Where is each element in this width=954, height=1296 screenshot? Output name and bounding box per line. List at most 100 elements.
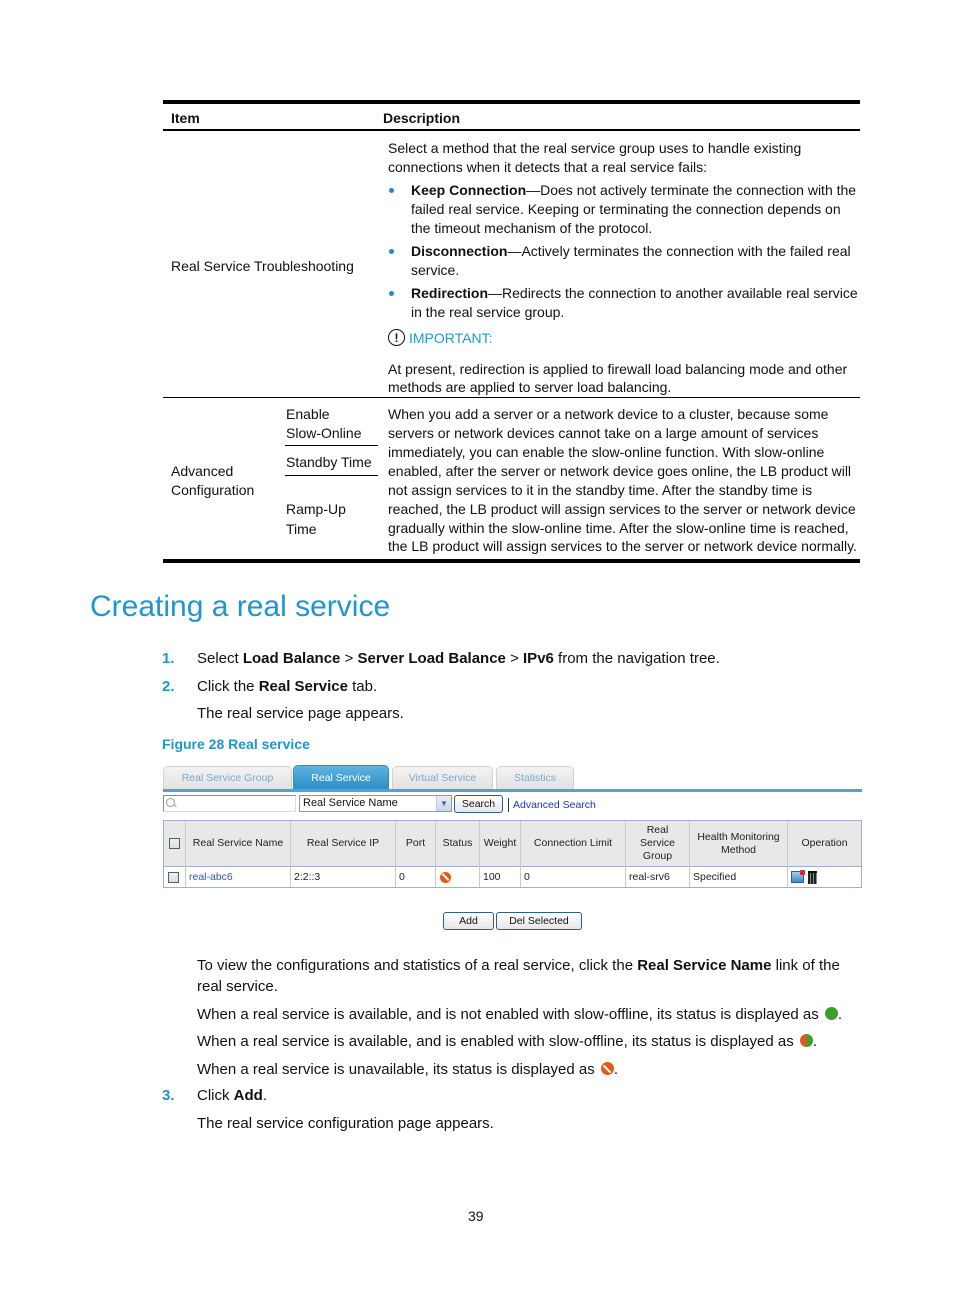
column-header-group[interactable]: Real Service Group [626, 821, 689, 866]
real-service-table: Real Service Name Real Service IP Port S… [163, 820, 862, 888]
advanced-description-line: enabled, after the server or network dev… [388, 463, 852, 479]
term-keep-connection: Keep Connection [411, 182, 527, 198]
search-field-select[interactable]: Real Service Name ▼ [299, 795, 452, 812]
paragraph-view-config: To view the configurations and statistic… [197, 955, 840, 976]
column-header-name[interactable]: Real Service Name [186, 821, 290, 866]
column-header-description: Description [383, 110, 461, 126]
paragraph-status-available: When a real service is available, and is… [197, 1006, 843, 1023]
step-2-result: The real service page appears. [197, 705, 404, 722]
port: 0 [399, 871, 405, 883]
table-bottom-rule [163, 559, 860, 563]
health-monitoring-method: Specified [693, 871, 737, 883]
paragraph-text: When a real service is unavailable, its … [197, 1061, 595, 1078]
step-text-part: Select [197, 650, 243, 667]
menu-load-balance: Load Balance [242, 650, 341, 667]
step-text-part: Click [197, 1087, 234, 1104]
tab-real-service[interactable]: Real Service [293, 765, 389, 789]
paragraph-text: To view the configurations and statistic… [197, 957, 638, 974]
table-top-rule [163, 100, 860, 104]
step-text-part: from the navigation tree. [553, 650, 720, 667]
del-selected-button[interactable]: Del Selected [496, 912, 582, 930]
advanced-search-link[interactable]: Advanced Search [513, 799, 596, 811]
menu-ipv6: IPv6 [523, 650, 554, 667]
column-header-weight[interactable]: Weight [480, 821, 520, 866]
real-service-name-reference: Real Service Name [637, 957, 772, 974]
subitem-enable-slow-online-line1: Enable [286, 406, 330, 422]
column-header-status[interactable]: Status [436, 821, 479, 866]
row-select-cell [165, 867, 185, 887]
tab-real-service-group[interactable]: Real Service Group [163, 766, 292, 789]
edit-icon[interactable] [791, 870, 805, 883]
operation-cell [788, 867, 861, 887]
paragraph-text: When a real service is available, and is… [197, 1033, 794, 1050]
step-3-text: Click Add. [197, 1087, 267, 1104]
description-intro-line2: connections when it detects that a real … [388, 159, 708, 175]
step-text-part: tab. [347, 678, 378, 695]
row-checkbox[interactable] [168, 871, 179, 883]
step-text-part: . [262, 1087, 268, 1104]
tab-virtual-service[interactable]: Virtual Service [392, 766, 493, 789]
important-exclamation-icon: ! [388, 329, 405, 346]
paragraph-status-unavailable: When a real service is unavailable, its … [197, 1061, 619, 1078]
advanced-description-line: reached, the LB product will assign serv… [388, 501, 856, 517]
advanced-description-line: gradually within the slow-online time. A… [388, 520, 849, 536]
figure-caption: Figure 28 Real service [162, 736, 310, 752]
weight: 100 [483, 871, 501, 883]
real-service-ip: 2:2::3 [294, 871, 321, 883]
status-unavailable-icon [440, 871, 451, 883]
column-header-operation: Operation [801, 837, 848, 849]
select-all-checkbox[interactable] [169, 838, 180, 849]
subitem-standby-time: Standby Time [286, 454, 372, 470]
advanced-description-line: When you add a server or a network devic… [388, 406, 829, 422]
section-title: Creating a real service [90, 590, 391, 623]
subitem-ramp-up-time-line2: Time [286, 521, 317, 537]
step-2-text: Click the Real Service tab. [197, 678, 377, 695]
column-header-item: Item [171, 110, 200, 126]
bullet-keep-connection-line2: failed real service. Keeping or terminat… [411, 201, 841, 217]
subitem-rule [285, 445, 378, 446]
status-slow-offline-icon [799, 1034, 813, 1047]
column-header-port[interactable]: Port [396, 821, 435, 866]
status-available-icon [824, 1007, 838, 1020]
paragraph-view-config-line2: real service. [197, 978, 278, 995]
bullet-disconnection-line2: service. [411, 262, 460, 278]
add-button[interactable]: Add [443, 912, 494, 930]
status-cell [436, 867, 479, 887]
bullet-redirection-line2: in the real service group. [411, 304, 565, 320]
real-service-group: real-srv6 [629, 871, 670, 883]
search-button[interactable]: Search [454, 795, 503, 813]
chevron-down-icon[interactable]: ▼ [436, 796, 451, 811]
step-number: 3. [162, 1087, 175, 1104]
item-advanced-configuration-line1: Advanced [171, 463, 234, 479]
connection-limit: 0 [524, 871, 530, 883]
term-disconnection: Disconnection [411, 243, 508, 259]
column-header-ip[interactable]: Real Service IP [291, 821, 395, 866]
search-field-selected: Real Service Name [303, 797, 398, 809]
step-number: 2. [162, 678, 175, 695]
step-text-part: Click the [197, 678, 259, 695]
note-line1: At present, redirection is applied to fi… [388, 361, 848, 377]
delete-icon[interactable] [808, 870, 817, 884]
bullet-disconnection: Disconnection—Actively terminates the co… [411, 242, 851, 261]
bullet-redirection: Redirection—Redirects the connection to … [411, 284, 858, 303]
term-redirection: Redirection [411, 285, 489, 301]
table-header-rule [163, 129, 860, 131]
step-1-text: Select Load Balance > Server Load Balanc… [197, 650, 720, 667]
bullet-text: —Redirects the connection to another ava… [488, 285, 858, 301]
bullet-keep-connection-line3: the timeout mechanism of the protocol. [411, 220, 653, 236]
tab-bar-rule [163, 789, 862, 792]
tab-statistics[interactable]: Statistics [496, 766, 574, 789]
search-input[interactable] [163, 795, 296, 812]
table-row-rule [163, 397, 860, 398]
advanced-description-line: not assign services to it in the standby… [388, 482, 813, 498]
add-reference: Add [233, 1087, 263, 1104]
item-real-service-troubleshooting: Real Service Troubleshooting [171, 258, 354, 274]
column-header-health[interactable]: Health Monitoring Method [690, 821, 787, 866]
real-service-name-link[interactable]: real-abc6 [186, 867, 290, 887]
advanced-description-line: servers or network devices cannot take o… [388, 425, 819, 441]
paragraph-status-slow-offline: When a real service is available, and is… [197, 1033, 818, 1050]
menu-server-load-balance: Server Load Balance [357, 650, 506, 667]
bullet-icon [389, 291, 394, 296]
column-header-connection-limit[interactable]: Connection Limit [521, 821, 625, 866]
paragraph-text: When a real service is available, and is… [197, 1006, 819, 1023]
